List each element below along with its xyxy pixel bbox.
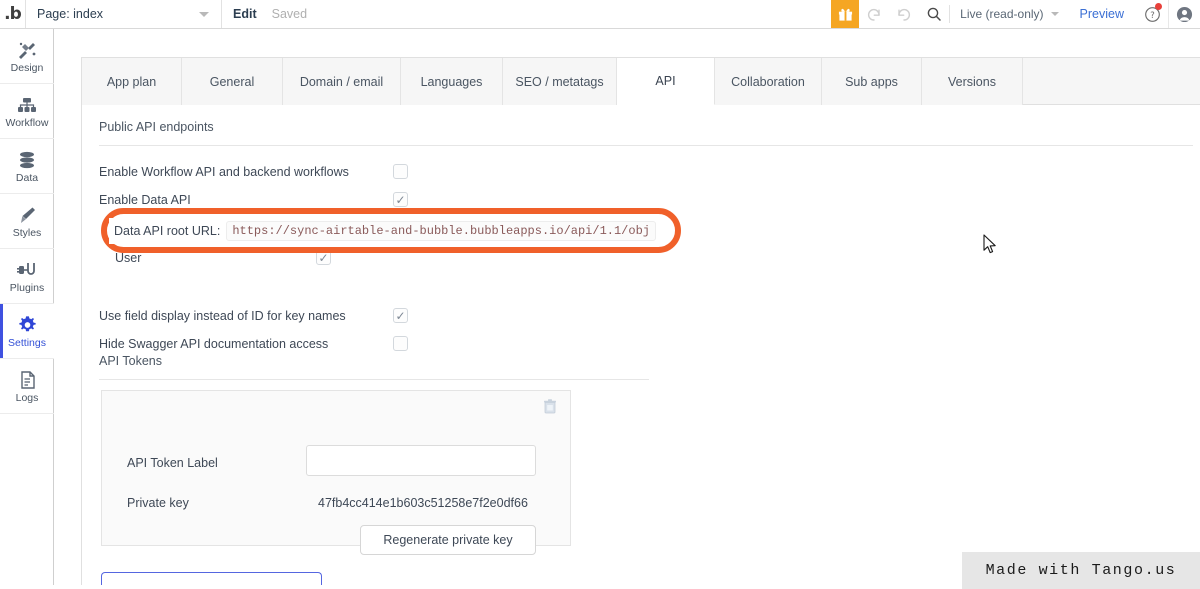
workflow-icon	[16, 93, 38, 115]
checkbox-enable-data-api[interactable]: ✓	[393, 192, 408, 207]
sidebar-item-label: Styles	[12, 227, 42, 240]
checkbox-use-field-display[interactable]: ✓	[393, 308, 408, 323]
settings-gear-icon	[17, 313, 38, 335]
public-api-endpoints-heading: Public API endpoints	[99, 120, 214, 134]
edit-button[interactable]: Edit	[222, 0, 268, 28]
sidebar-item-data[interactable]: Data	[0, 139, 54, 194]
api-settings-content: Public API endpoints Enable Workflow API…	[82, 105, 1200, 589]
tab-collaboration[interactable]: Collaboration	[715, 58, 822, 105]
checkbox-user[interactable]: ✓	[316, 250, 331, 265]
tab-app-plan[interactable]: App plan	[82, 58, 182, 105]
row-label-user: User	[115, 251, 142, 265]
plugins-icon	[16, 258, 38, 280]
left-sidebar: Design Workflow Data Styles Plugins Sett…	[0, 29, 54, 589]
chevron-down-icon	[199, 12, 209, 17]
api-tokens-heading: API Tokens	[99, 354, 163, 368]
main-area: App plan General Domain / email Language…	[55, 29, 1200, 589]
gift-icon[interactable]	[831, 0, 860, 28]
private-key-value: 47fb4cc414e1b603c51258e7f2e0df66	[318, 496, 528, 510]
search-icon[interactable]	[919, 0, 949, 28]
data-api-root-url-label: Data API root URL:	[114, 224, 221, 238]
checkbox-enable-workflow-api[interactable]	[393, 164, 408, 179]
regenerate-private-key-button[interactable]: Regenerate private key	[360, 525, 536, 555]
private-key-caption: Private key	[127, 496, 189, 510]
settings-panel: App plan General Domain / email Language…	[81, 57, 1200, 589]
design-icon	[16, 38, 38, 60]
row-label-hide-swagger: Hide Swagger API documentation access	[99, 337, 329, 351]
api-token-label-caption: API Token Label	[127, 456, 218, 470]
section-divider	[99, 379, 649, 380]
redo-icon[interactable]	[889, 0, 919, 28]
sidebar-item-label: Data	[15, 172, 39, 185]
version-selector-label: Live (read-only)	[960, 7, 1044, 21]
tab-general[interactable]: General	[182, 58, 283, 105]
api-token-card: API Token Label Private key 47fb4cc414e1…	[101, 390, 571, 555]
page-selector-label: Page: index	[37, 7, 104, 21]
preview-button[interactable]: Preview	[1068, 0, 1136, 28]
logs-icon	[16, 368, 38, 390]
sidebar-item-label: Design	[10, 62, 44, 75]
sidebar-item-workflow[interactable]: Workflow	[0, 84, 54, 139]
tab-seo-metatags[interactable]: SEO / metatags	[503, 58, 617, 105]
chevron-down-icon	[1050, 12, 1059, 16]
page-selector-dropdown[interactable]: Page: index	[26, 0, 222, 28]
sidebar-item-label: Settings	[8, 337, 46, 350]
data-icon	[16, 148, 38, 170]
settings-tab-bar: App plan General Domain / email Language…	[82, 58, 1200, 105]
svg-text:?: ?	[1150, 10, 1155, 20]
sidebar-item-label: Workflow	[5, 117, 49, 130]
tab-domain-email[interactable]: Domain / email	[283, 58, 401, 105]
checkbox-hide-swagger[interactable]	[393, 336, 408, 351]
tab-versions[interactable]: Versions	[922, 58, 1023, 105]
tab-languages[interactable]: Languages	[401, 58, 503, 105]
api-token-label-input[interactable]	[306, 445, 536, 476]
section-divider	[99, 145, 1193, 146]
sidebar-item-design[interactable]: Design	[0, 29, 54, 84]
trash-icon[interactable]	[543, 399, 557, 419]
avatar[interactable]	[1168, 0, 1200, 28]
notification-dot	[1155, 3, 1162, 10]
row-label-enable-data-api: Enable Data API	[99, 193, 191, 207]
data-api-root-url-row[interactable]: Data API root URL: https://sync-airtable…	[109, 218, 661, 244]
bubble-logo-icon[interactable]: .b	[0, 0, 26, 28]
styles-icon	[16, 203, 38, 225]
tango-watermark: Made with Tango.us	[962, 552, 1200, 589]
row-label-enable-workflow-api: Enable Workflow API and backend workflow…	[99, 165, 349, 179]
row-label-use-field-display: Use field display instead of ID for key …	[99, 309, 346, 323]
undo-icon[interactable]	[859, 0, 889, 28]
top-toolbar: .b Page: index Edit Saved Live (read-onl…	[0, 0, 1200, 29]
sidebar-item-styles[interactable]: Styles	[0, 194, 54, 249]
data-api-root-url-value[interactable]: https://sync-airtable-and-bubble.bubblea…	[226, 221, 656, 241]
sidebar-item-label: Logs	[15, 392, 39, 405]
tab-sub-apps[interactable]: Sub apps	[822, 58, 922, 105]
tab-api[interactable]: API	[617, 58, 715, 105]
sidebar-item-logs[interactable]: Logs	[0, 359, 54, 414]
sidebar-item-label: Plugins	[9, 282, 45, 295]
tab-bar-filler	[1023, 58, 1200, 104]
sidebar-item-plugins[interactable]: Plugins	[0, 249, 54, 304]
help-icon[interactable]: ?	[1136, 0, 1168, 28]
sidebar-item-settings[interactable]: Settings	[0, 304, 54, 359]
version-selector[interactable]: Live (read-only)	[950, 0, 1067, 28]
save-state-label: Saved	[271, 7, 308, 21]
